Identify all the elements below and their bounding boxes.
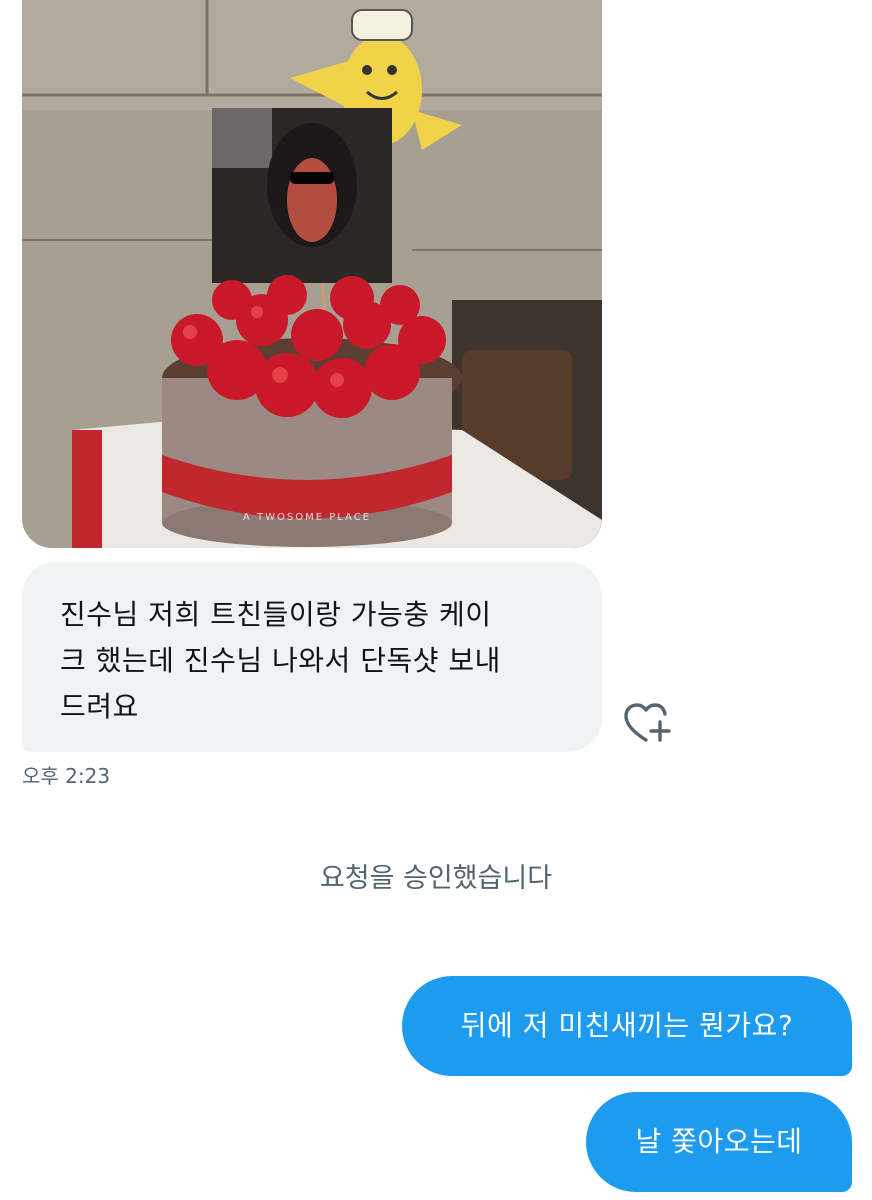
message-timestamp: 오후 2:23 — [22, 764, 111, 788]
system-notice: 요청을 승인했습니다 — [319, 863, 553, 894]
cake-photo: A TWOSOME PLACE — [22, 0, 602, 548]
cake-ribbon-text: A TWOSOME PLACE — [243, 512, 371, 523]
sent-message-text: 날 쫓아오는데 — [635, 1125, 803, 1158]
sent-message-bubble[interactable]: 뒤에 저 미친새끼는 뭔가요? — [402, 976, 852, 1076]
message-line: 진수님 저희 트친들이랑 가능충 케이 — [60, 598, 492, 631]
sent-message-bubble[interactable]: 날 쫓아오는데 — [586, 1092, 852, 1192]
message-line: 드려요 — [60, 690, 139, 723]
heart-plus-icon[interactable] — [620, 700, 676, 748]
dm-conversation: A TWOSOME PLACE 진수님 저희 트친들이랑 가능충 케이 크 했는… — [0, 0, 872, 1200]
message-line: 크 했는데 진수님 나와서 단독샷 보내 — [60, 644, 501, 677]
received-message-bubble[interactable]: 진수님 저희 트친들이랑 가능충 케이 크 했는데 진수님 나와서 단독샷 보내… — [22, 562, 602, 752]
received-image[interactable]: A TWOSOME PLACE — [22, 0, 602, 548]
sent-message-text: 뒤에 저 미친새끼는 뭔가요? — [460, 1009, 794, 1042]
